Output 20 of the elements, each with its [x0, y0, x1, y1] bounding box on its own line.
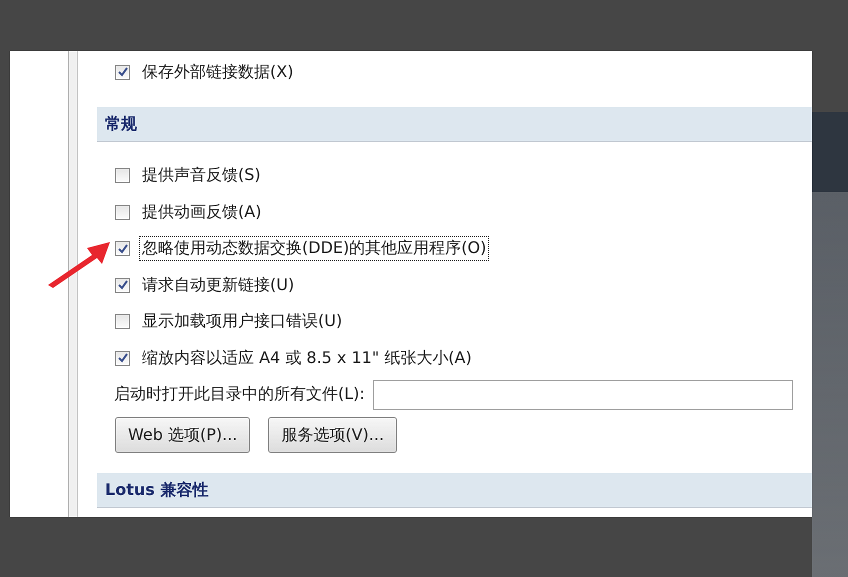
section-header: 常规: [97, 106, 812, 142]
checkbox-label: 忽略使用动态数据交换(DDE)的其他应用程序(O): [139, 236, 490, 262]
checkbox-label: 提供声音反馈(S): [141, 164, 262, 186]
checkbox[interactable]: [115, 350, 130, 366]
checkbox-label: 显示加载项用户接口错误(U): [141, 310, 344, 332]
checkbox-label: 保存外部链接数据(X): [141, 60, 294, 83]
checkbox-label: 提供动画反馈(A): [141, 200, 262, 223]
checkbox[interactable]: [115, 241, 130, 256]
checkbox[interactable]: [115, 168, 130, 184]
option-button[interactable]: Web 选项(P)...: [115, 417, 250, 453]
field-label: 启动时打开此目录中的所有文件(L):: [114, 384, 365, 406]
checkbox-label: 请求自动更新链接(U): [141, 274, 296, 296]
checkbox[interactable]: [115, 64, 130, 80]
checkbox[interactable]: [115, 278, 130, 293]
input-field[interactable]: [372, 380, 793, 410]
option-button[interactable]: 服务选项(V)...: [268, 417, 398, 453]
checkbox-label: 缩放内容以适应 A4 或 8.5 x 11" 纸张大小(A): [141, 346, 473, 369]
section-header: Lotus 兼容性: [97, 473, 812, 508]
checkbox[interactable]: [115, 204, 130, 220]
checkbox[interactable]: [115, 314, 130, 330]
